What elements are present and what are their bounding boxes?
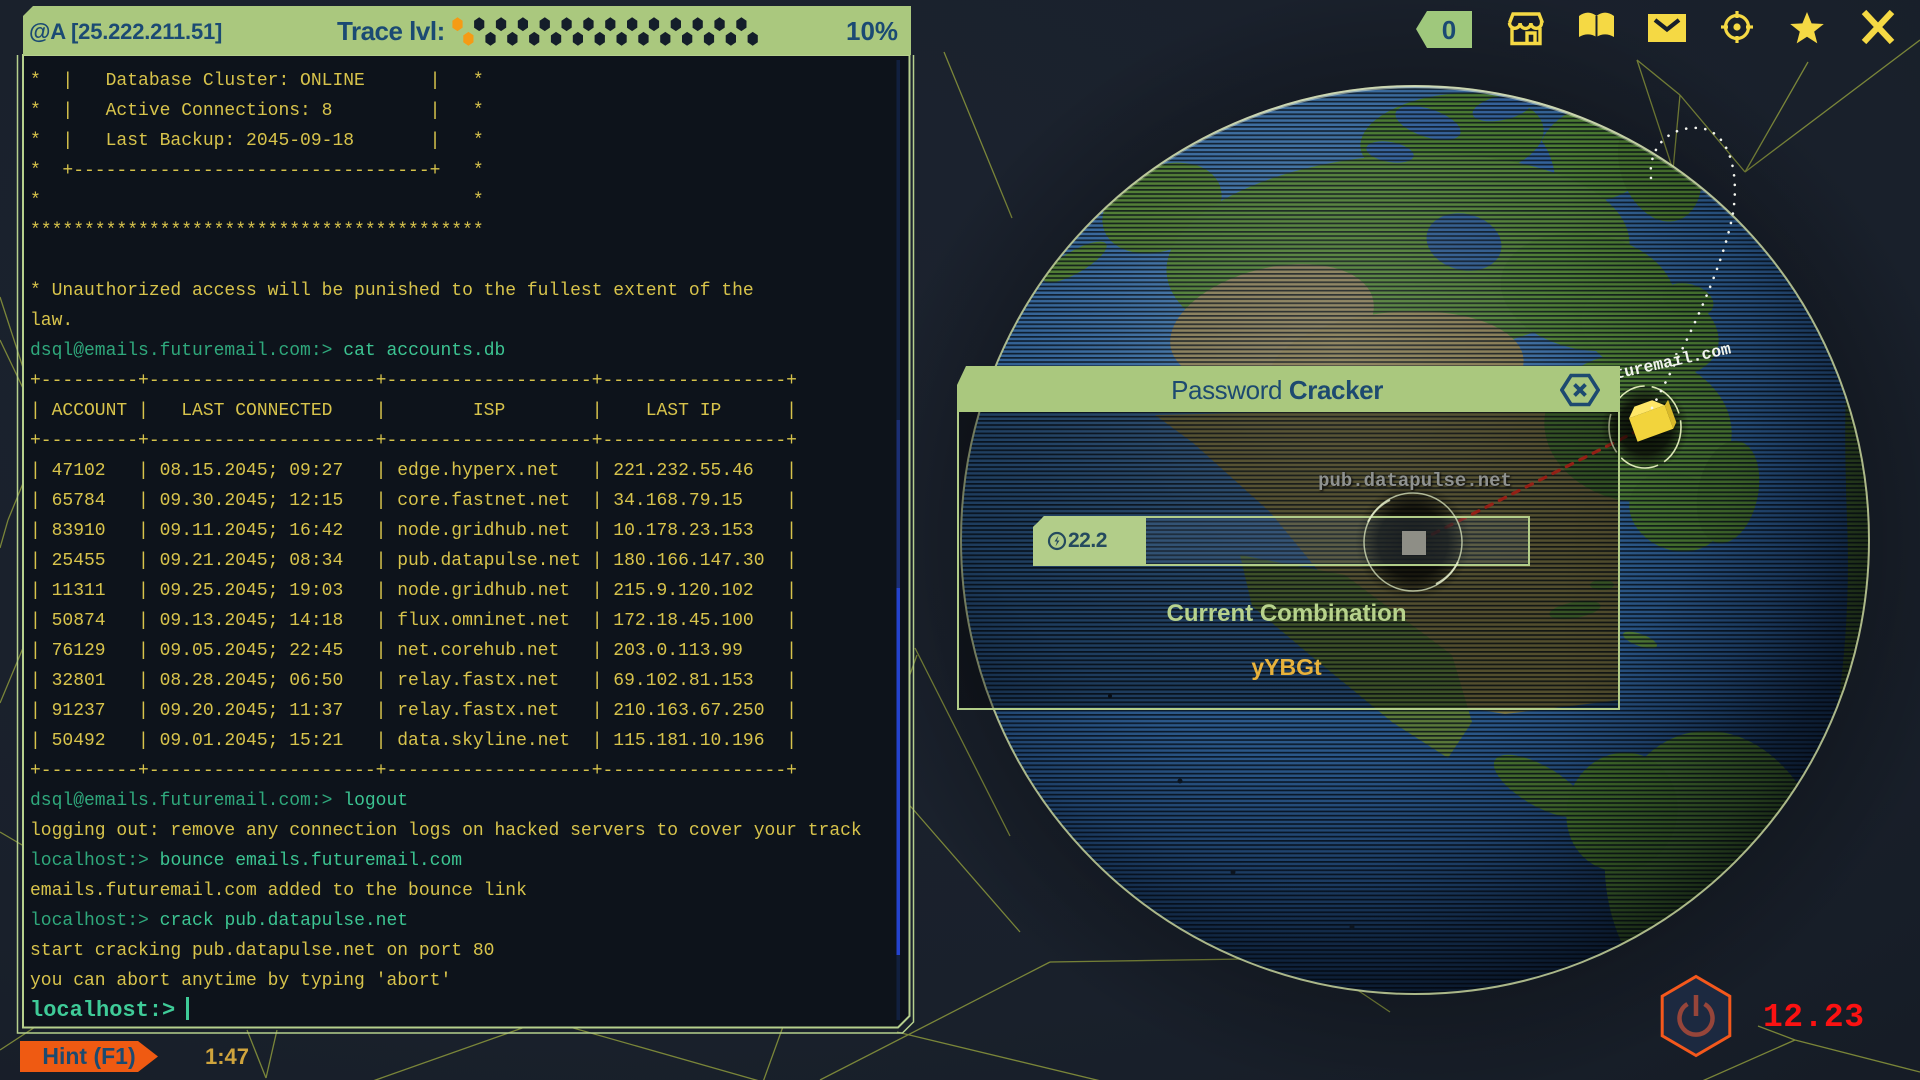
svg-text:0: 0 (1442, 15, 1456, 45)
